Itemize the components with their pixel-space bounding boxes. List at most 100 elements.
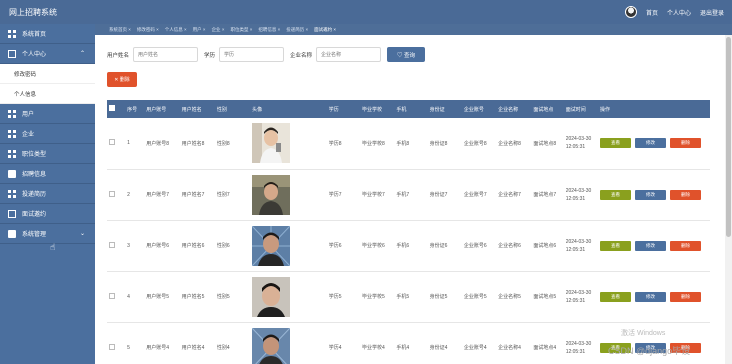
sidebar-item-personal-center[interactable]: 个人中心 ⌃ bbox=[0, 44, 95, 64]
cell-company-account: 企业账号5 bbox=[463, 294, 487, 300]
cell-account: 用户账号6 bbox=[146, 243, 170, 249]
home-link[interactable]: 首页 bbox=[646, 8, 658, 17]
delete-button[interactable]: 删除 bbox=[669, 189, 701, 200]
table-row: 3 用户账号6 用户姓名6 性别6 学历6 毕业学校6 手机6 身份证6 企业账… bbox=[107, 220, 710, 271]
cell-time: 2024-03-30 12:05:31 bbox=[565, 136, 592, 151]
tab-resume[interactable]: 投递简历 × bbox=[286, 27, 308, 33]
column-header: 学历 bbox=[328, 106, 339, 113]
tab-user[interactable]: 用户 × bbox=[193, 27, 206, 33]
cell-idcard: 身份证7 bbox=[429, 192, 448, 198]
app-title: 网上招聘系统 bbox=[9, 8, 57, 17]
cell-education: 学历8 bbox=[328, 140, 342, 147]
cell-company-account: 企业账号7 bbox=[463, 192, 487, 198]
scrollbar-thumb[interactable] bbox=[726, 37, 731, 237]
view-button[interactable]: 查看 bbox=[599, 291, 631, 302]
cell-time: 2024-03-30 12:05:31 bbox=[565, 238, 592, 253]
table-row: 1 用户账号8 用户姓名8 性别8 学历8 毕业学校8 手机8 身份证8 企业账… bbox=[107, 118, 710, 169]
edit-button[interactable]: 修改 bbox=[634, 189, 666, 200]
row-checkbox[interactable] bbox=[109, 190, 115, 197]
edit-button[interactable]: 修改 bbox=[634, 291, 666, 302]
profile-link[interactable]: 个人中心 bbox=[667, 8, 691, 17]
user-icon bbox=[8, 49, 16, 58]
top-bar: 网上招聘系统 首页 个人中心 退出登录 bbox=[0, 0, 732, 24]
tab-home[interactable]: 系统首页 × bbox=[109, 27, 131, 33]
sidebar-item-home[interactable]: 系统首页 bbox=[0, 24, 95, 44]
view-button[interactable]: 查看 bbox=[599, 240, 631, 251]
column-header: 用户账号 bbox=[146, 106, 167, 113]
row-checkbox[interactable] bbox=[109, 241, 115, 248]
search-bar: 用户姓名 学历 企业名称 ♡ 查询 bbox=[107, 47, 426, 62]
sidebar-subitem-personal-info[interactable]: 个人信息 bbox=[0, 84, 95, 104]
cell-gender: 性别6 bbox=[216, 243, 230, 249]
table-row: 5 用户账号4 用户姓名4 性别4 学历4 毕业学校4 手机4 身份证4 企业账… bbox=[107, 322, 710, 364]
company-label: 企业名称 bbox=[290, 52, 313, 59]
sidebar-item-interview[interactable]: 面试邀约 bbox=[0, 204, 95, 224]
cell-idcard: 身份证4 bbox=[429, 345, 448, 351]
cell-phone: 手机7 bbox=[396, 192, 410, 198]
row-checkbox[interactable] bbox=[109, 139, 115, 146]
table-header-row: 序号 用户账号 用户姓名 性别 头像 学历 毕业学校 手机 身份证 企业账号 企… bbox=[107, 100, 710, 118]
cell-gender: 性别4 bbox=[216, 345, 230, 351]
sidebar-item-company[interactable]: 企业 bbox=[0, 124, 95, 144]
vertical-scrollbar[interactable] bbox=[725, 35, 732, 364]
cell-school: 毕业学校4 bbox=[362, 345, 385, 351]
query-button[interactable]: ♡ 查询 bbox=[387, 47, 426, 62]
sidebar-item-label: 系统管理 bbox=[22, 232, 47, 238]
chevron-up-icon: ⌃ bbox=[79, 51, 85, 57]
cell-name: 用户姓名8 bbox=[181, 140, 205, 147]
cell-no: 5 bbox=[127, 344, 130, 351]
sidebar-item-system[interactable]: 系统管理 ⌄ bbox=[0, 224, 95, 244]
delete-button[interactable]: 删除 bbox=[669, 240, 701, 251]
sidebar-item-label: 面试邀约 bbox=[22, 212, 47, 218]
grid-icon bbox=[8, 109, 16, 118]
logout-link[interactable]: 退出登录 bbox=[700, 8, 724, 17]
view-button[interactable]: 查看 bbox=[599, 189, 631, 200]
sidebar-item-label: 职位类型 bbox=[22, 152, 47, 158]
cell-idcard: 身份证8 bbox=[429, 140, 448, 147]
edit-button[interactable]: 修改 bbox=[634, 138, 666, 149]
cell-account: 用户账号8 bbox=[146, 140, 170, 147]
cell-time: 2024-03-30 12:05:31 bbox=[565, 340, 592, 355]
tab-interview[interactable]: 面试邀约 × bbox=[314, 27, 336, 33]
cell-company-name: 企业名称4 bbox=[498, 345, 521, 351]
tab-change-password[interactable]: 修改密码 × bbox=[137, 27, 159, 33]
cell-education: 学历7 bbox=[328, 192, 342, 198]
box-icon bbox=[8, 209, 16, 218]
company-search-input[interactable] bbox=[316, 47, 382, 62]
sidebar-subitem-change-password[interactable]: 修改密码 bbox=[0, 64, 95, 84]
user-avatar-icon[interactable] bbox=[624, 6, 637, 18]
cell-school: 毕业学校7 bbox=[362, 192, 385, 198]
tab-recruitment[interactable]: 招聘信息 × bbox=[258, 27, 280, 33]
sidebar-item-user[interactable]: 用户 bbox=[0, 104, 95, 124]
cell-account: 用户账号4 bbox=[146, 345, 170, 351]
sidebar-item-job-type[interactable]: 职位类型 bbox=[0, 144, 95, 164]
cell-account: 用户账号5 bbox=[146, 294, 170, 300]
row-checkbox[interactable] bbox=[109, 292, 115, 299]
tab-job-type[interactable]: 职位类型 × bbox=[230, 27, 252, 33]
cell-phone: 手机6 bbox=[396, 243, 410, 249]
cell-school: 毕业学校8 bbox=[362, 140, 385, 147]
table-row: 2 用户账号7 用户姓名7 性别7 学历7 毕业学校7 手机7 身份证7 企业账… bbox=[107, 169, 710, 220]
column-header: 手机 bbox=[396, 106, 407, 113]
edit-button[interactable]: 修改 bbox=[634, 240, 666, 251]
sidebar-item-recruitment[interactable]: 招聘信息 bbox=[0, 164, 95, 184]
cell-place: 面试地点8 bbox=[533, 140, 557, 147]
column-header: 面试时间 bbox=[565, 106, 586, 113]
view-button[interactable]: 查看 bbox=[599, 138, 631, 149]
sidebar-item-resume[interactable]: 投递简历 bbox=[0, 184, 95, 204]
select-all-header[interactable] bbox=[107, 100, 125, 118]
home-icon bbox=[8, 29, 16, 38]
cell-name: 用户姓名5 bbox=[181, 294, 205, 300]
batch-delete-button[interactable]: ✕ 删除 bbox=[107, 72, 137, 87]
chevron-down-icon: ⌄ bbox=[79, 231, 85, 237]
education-search-input[interactable] bbox=[219, 47, 285, 62]
cell-place: 面试地点5 bbox=[533, 294, 557, 300]
name-search-input[interactable] bbox=[133, 47, 199, 62]
row-checkbox[interactable] bbox=[109, 343, 115, 350]
tab-company[interactable]: 企业 × bbox=[212, 27, 225, 33]
select-all-checkbox[interactable] bbox=[109, 105, 115, 111]
tab-personal-info[interactable]: 个人信息 × bbox=[165, 27, 187, 33]
delete-button[interactable]: 删除 bbox=[669, 138, 701, 149]
delete-button[interactable]: 删除 bbox=[669, 291, 701, 302]
windows-activation-watermark: 激活 Windows bbox=[621, 330, 666, 337]
